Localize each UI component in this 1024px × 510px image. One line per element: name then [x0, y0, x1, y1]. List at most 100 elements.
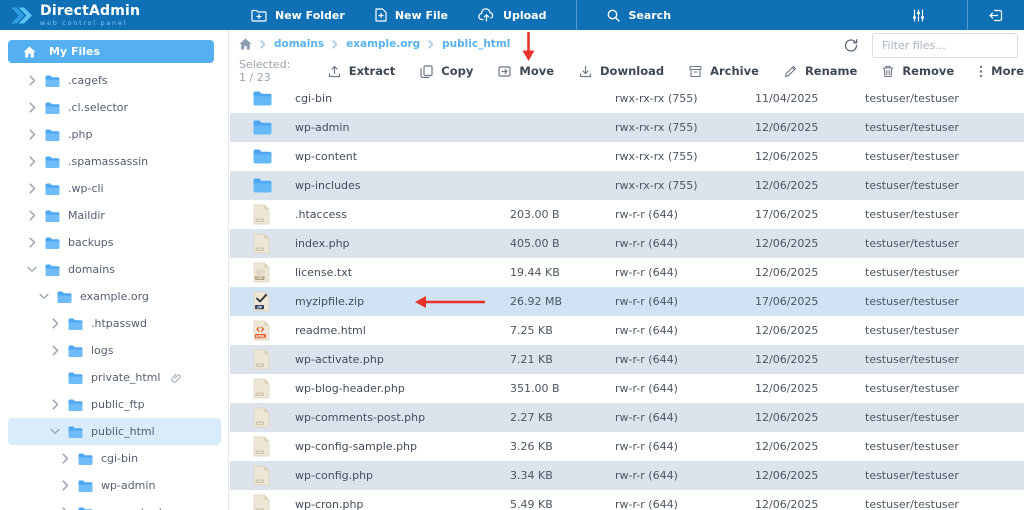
file-owner: testuser/testuser — [865, 237, 959, 250]
tree-item[interactable]: .cagefs — [0, 67, 228, 94]
directadmin-logo[interactable]: DirectAdmin web control panel — [0, 4, 140, 27]
chevron-icon[interactable] — [39, 293, 49, 300]
toolbar-button[interactable]: Rename — [784, 64, 857, 78]
toolbar-button-icon — [328, 65, 341, 78]
table-row[interactable]: wp-activate.php 7.21 KB rw-r-r (644) 12/… — [230, 345, 1024, 374]
table-row[interactable]: .htaccess 203.00 B rw-r-r (644) 17/06/20… — [230, 200, 1024, 229]
chevron-icon[interactable] — [27, 183, 37, 194]
chevron-icon[interactable] — [50, 399, 60, 410]
tree-item[interactable]: .cl.selector — [0, 94, 228, 121]
tree-item[interactable]: private_html — [0, 364, 228, 391]
file-permissions: rw-r-r (644) — [615, 382, 678, 395]
tree-item[interactable]: wp-admin — [0, 472, 228, 499]
tree-item[interactable]: public_ftp — [0, 391, 228, 418]
tree-item[interactable]: example.org — [0, 283, 228, 310]
file-date: 12/06/2025 — [755, 440, 819, 453]
topbar-action-button[interactable]: Search — [561, 0, 686, 30]
chevron-icon[interactable] — [27, 210, 37, 221]
toolbar-button[interactable]: Copy — [420, 64, 473, 78]
chevron-icon[interactable] — [50, 345, 60, 356]
chevron-icon[interactable] — [27, 237, 37, 248]
chevron-icon[interactable] — [27, 156, 37, 167]
svg-text:HTML: HTML — [256, 334, 265, 338]
topbar-icon-button[interactable] — [891, 0, 946, 30]
filter-files-input[interactable] — [872, 33, 1018, 58]
tree-item[interactable]: .htpasswd — [0, 310, 228, 337]
chevron-icon[interactable] — [50, 428, 60, 435]
file-owner: testuser/testuser — [865, 179, 959, 192]
chevron-icon[interactable] — [60, 453, 70, 464]
tree-item[interactable]: cgi-bin — [0, 445, 228, 472]
toolbar-button[interactable]: Move — [498, 64, 554, 78]
toolbar-button-label: Extract — [348, 64, 396, 78]
chevron-icon[interactable] — [60, 480, 70, 491]
table-row[interactable]: ZIP myzipfile.zip 26.92 MB rw-r-r (644) … — [230, 287, 1024, 316]
home-icon — [23, 46, 36, 58]
toolbar-button[interactable]: More — [979, 64, 1024, 78]
file-type-icon — [230, 436, 295, 457]
toolbar-button-label: More — [991, 64, 1024, 78]
tree-item[interactable]: public_html — [8, 418, 221, 445]
table-row[interactable]: wp-blog-header.php 351.00 B rw-r-r (644)… — [230, 374, 1024, 403]
tree-item[interactable]: .spamassassin — [0, 148, 228, 175]
breadcrumb-link[interactable]: public_html — [442, 38, 510, 50]
folder-tree: .cagefs .cl.selector .php .spamassassin … — [0, 67, 228, 510]
table-row[interactable]: index.php 405.00 B rw-r-r (644) 12/06/20… — [230, 229, 1024, 258]
refresh-icon[interactable] — [840, 35, 862, 56]
topbar-right-icons — [891, 0, 1024, 30]
file-size: 7.25 KB — [510, 324, 553, 337]
table-row[interactable]: cgi-bin rwx-rx-rx (755) 11/04/2025 testu… — [230, 84, 1024, 113]
folder-icon — [78, 480, 93, 492]
file-owner: testuser/testuser — [865, 440, 959, 453]
table-row[interactable]: wp-config-sample.php 3.26 KB rw-r-r (644… — [230, 432, 1024, 461]
table-row[interactable]: TXT license.txt 19.44 KB rw-r-r (644) 12… — [230, 258, 1024, 287]
topbar-icon-button[interactable] — [946, 0, 1024, 30]
table-row[interactable]: wp-content rwx-rx-rx (755) 12/06/2025 te… — [230, 142, 1024, 171]
table-row[interactable]: wp-includes rwx-rx-rx (755) 12/06/2025 t… — [230, 171, 1024, 200]
chevron-icon[interactable] — [27, 75, 37, 86]
tree-item[interactable]: logs — [0, 337, 228, 364]
table-row[interactable]: wp-cron.php 5.49 KB rw-r-r (644) 12/06/2… — [230, 490, 1024, 510]
file-name: wp-cron.php — [295, 498, 364, 510]
chevron-icon[interactable] — [27, 102, 37, 113]
chevron-icon[interactable] — [27, 266, 37, 273]
file-permissions: rw-r-r (644) — [615, 469, 678, 482]
tree-item[interactable]: Maildir — [0, 202, 228, 229]
file-owner: testuser/testuser — [865, 208, 959, 221]
file-date: 11/04/2025 — [755, 92, 819, 105]
file-name: wp-comments-post.php — [295, 411, 426, 424]
breadcrumb-link[interactable]: domains — [274, 38, 324, 50]
chevron-icon[interactable] — [27, 129, 37, 140]
topbar: DirectAdmin web control panel New Folder… — [0, 0, 1024, 30]
file-owner: testuser/testuser — [865, 353, 959, 366]
folder-icon — [78, 507, 93, 510]
tree-item[interactable]: domains — [0, 256, 228, 283]
file-date: 12/06/2025 — [755, 266, 819, 279]
tree-item[interactable]: wp-content — [0, 499, 228, 510]
file-type-icon: ZIP — [230, 291, 295, 312]
table-row[interactable]: wp-comments-post.php 2.27 KB rw-r-r (644… — [230, 403, 1024, 432]
table-row[interactable]: wp-admin rwx-rx-rx (755) 12/06/2025 test… — [230, 113, 1024, 142]
topbar-action-button[interactable]: New File — [360, 0, 463, 30]
chevron-icon[interactable] — [50, 318, 60, 329]
topbar-action-button[interactable]: New Folder — [236, 0, 360, 30]
file-date: 12/06/2025 — [755, 324, 819, 337]
breadcrumb-link[interactable]: example.org — [346, 38, 420, 50]
file-date: 12/06/2025 — [755, 469, 819, 482]
topbar-action-button[interactable]: Upload — [463, 0, 561, 30]
breadcrumb-separator-icon — [260, 39, 266, 49]
tree-item[interactable]: .wp-cli — [0, 175, 228, 202]
toolbar-button[interactable]: Download — [579, 64, 664, 78]
tree-item[interactable]: .php — [0, 121, 228, 148]
tree-item[interactable]: backups — [0, 229, 228, 256]
tree-item-label: logs — [91, 344, 114, 357]
toolbar-button[interactable]: Extract — [328, 64, 396, 78]
toolbar-button[interactable]: Archive — [689, 64, 759, 78]
tree-item-label: .php — [68, 128, 93, 141]
toolbar-button[interactable]: Remove — [882, 64, 954, 78]
sidebar-item-my-files[interactable]: My Files — [8, 40, 214, 63]
table-row[interactable]: HTML readme.html 7.25 KB rw-r-r (644) 12… — [230, 316, 1024, 345]
breadcrumb-home-icon[interactable] — [239, 38, 252, 50]
toolbar-button-icon — [784, 65, 797, 78]
table-row[interactable]: wp-config.php 3.34 KB rw-r-r (644) 12/06… — [230, 461, 1024, 490]
